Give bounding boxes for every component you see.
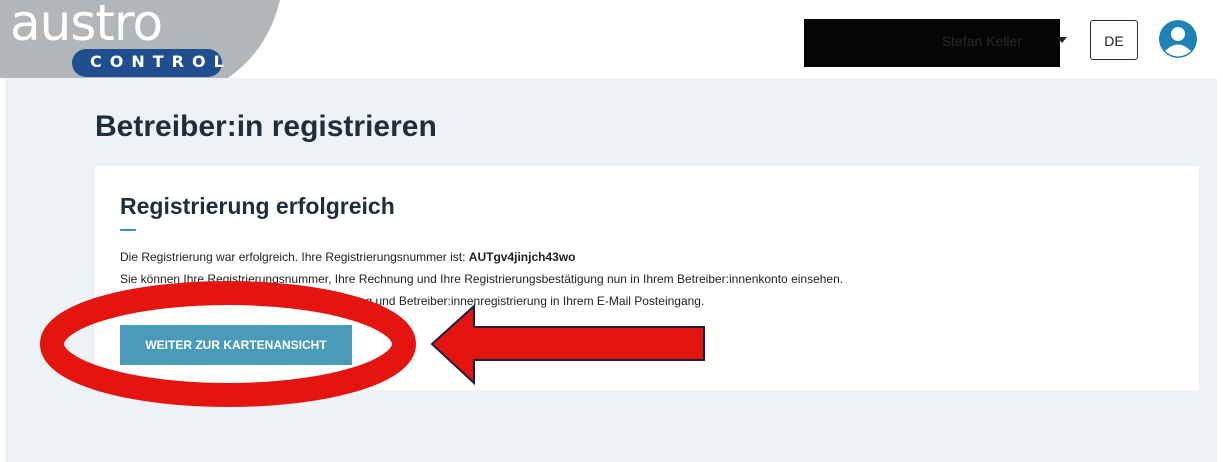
continue-to-map-button[interactable]: WEITER ZUR KARTENANSICHT [120,325,352,365]
page-title: Betreiber:in registrieren [95,110,437,143]
registration-number: AUTgv4jinjch43wo [468,250,576,264]
user-name: Stefan Keller [941,33,1022,49]
card-title: Registrierung erfolgreich [120,193,395,219]
austro-control-logo[interactable]: austro CONTROL [0,0,290,78]
email-info-text: Sie finden außerdem eine E-Mail mit Rech… [120,294,705,308]
caret-down-icon[interactable] [1057,37,1067,43]
registration-line: Die Registrierung war erfolgreich. Ihre … [120,250,575,264]
language-button[interactable]: DE [1090,20,1138,60]
user-menu[interactable]: Stefan Keller [804,19,1060,67]
logo-sub-text: CONTROL [90,52,232,71]
account-info-text: Sie können Ihre Registrierungsnummer, Ih… [120,272,844,286]
title-accent-line [120,229,136,231]
user-circle-icon[interactable] [1159,20,1197,58]
logo-main-text: austro [10,0,163,52]
app-header: austro CONTROL Stefan Keller DE [0,0,1223,78]
registration-text: Die Registrierung war erfolgreich. Ihre … [120,250,469,264]
